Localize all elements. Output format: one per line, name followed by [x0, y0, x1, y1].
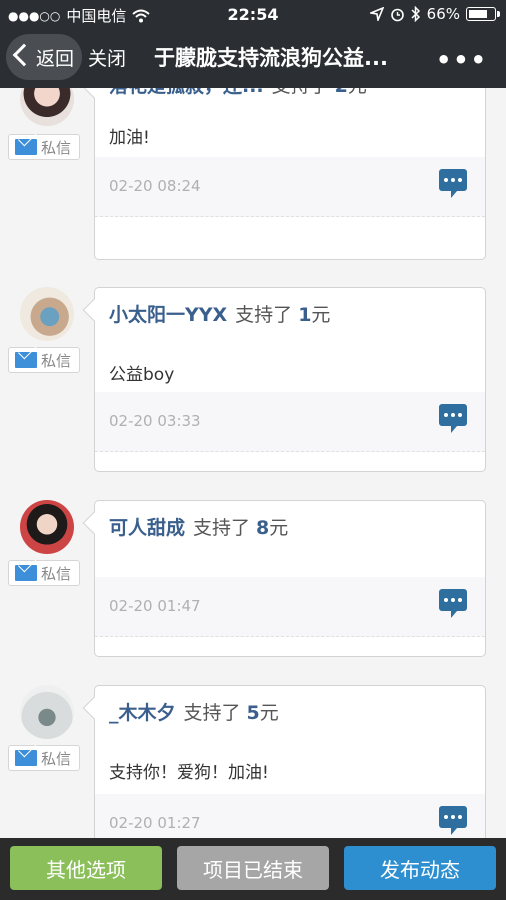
- status-bar: ●●●○○ 中国电信 22:54 66%: [0, 0, 506, 28]
- support-header: _木木夕 支持了 5元: [109, 702, 279, 724]
- private-message-label: 私信: [41, 749, 72, 768]
- private-message-button[interactable]: 私信: [8, 560, 80, 586]
- supporter-name[interactable]: 落花是孤寂，还...: [109, 88, 264, 97]
- avatar[interactable]: [20, 287, 74, 341]
- close-button[interactable]: 关闭: [88, 44, 126, 71]
- timestamp: 02-20 03:33: [109, 412, 201, 430]
- alarm-clock-icon: [390, 8, 404, 21]
- supporter-name[interactable]: 小太阳一YYX: [109, 304, 227, 326]
- back-button[interactable]: 返回: [6, 34, 83, 80]
- nav-bar: 返回 关闭 于朦胧支持流浪狗公益... •••: [0, 28, 506, 88]
- private-message-button[interactable]: 私信: [8, 347, 80, 373]
- supporter-feed: 私信 落花是孤寂，还...支持了2元 加油! 02-20 08:24 私信 小太…: [0, 88, 506, 838]
- top-bar: ●●●○○ 中国电信 22:54 66% 返回 关闭 于朦胧支持流浪狗公益...…: [0, 0, 506, 88]
- envelope-icon: [15, 352, 37, 368]
- comment-icon[interactable]: [439, 404, 467, 433]
- card-footer: 02-20 01:47: [95, 577, 485, 637]
- private-message-label: 私信: [41, 351, 72, 370]
- comment-text: 公益boy: [109, 365, 175, 385]
- avatar[interactable]: [20, 500, 74, 554]
- page-title: 于朦胧支持流浪狗公益...: [154, 46, 388, 70]
- avatar[interactable]: [20, 685, 74, 739]
- avatar[interactable]: [20, 88, 74, 126]
- comment-icon[interactable]: [439, 806, 467, 835]
- support-header: 落花是孤寂，还...支持了2元: [109, 88, 367, 98]
- comment-icon[interactable]: [439, 169, 467, 198]
- support-card: 可人甜成 支持了 8元 02-20 01:47: [82, 500, 486, 657]
- timestamp: 02-20 01:47: [109, 597, 201, 615]
- private-message-label: 私信: [41, 138, 72, 157]
- private-message-button[interactable]: 私信: [8, 134, 80, 160]
- more-menu-icon[interactable]: •••: [436, 46, 488, 74]
- comment-text: 加油!: [109, 128, 150, 148]
- battery-icon: [466, 7, 500, 21]
- envelope-icon: [15, 750, 37, 766]
- private-message-label: 私信: [41, 564, 72, 583]
- list-item: 私信 落花是孤寂，还...支持了2元 加油! 02-20 08:24: [0, 88, 506, 264]
- location-arrow-icon: [369, 7, 384, 21]
- battery-percent: 66%: [426, 5, 460, 23]
- comment-icon[interactable]: [439, 589, 467, 618]
- support-amount: 2: [335, 88, 348, 97]
- support-amount: 8: [256, 517, 270, 539]
- other-options-button[interactable]: 其他选项: [10, 846, 162, 890]
- list-item: 私信 _木木夕 支持了 5元 支持你！爱狗！加油! 02-20 01:27: [0, 685, 506, 838]
- status-right: 66%: [369, 5, 500, 23]
- comment-text: 支持你！爱狗！加油!: [109, 763, 269, 783]
- supporter-name[interactable]: 可人甜成: [109, 517, 185, 539]
- card-footer: 02-20 03:33: [95, 392, 485, 452]
- support-amount: 5: [246, 702, 260, 724]
- list-item: 私信 可人甜成 支持了 8元 02-20 01:47: [0, 500, 506, 660]
- envelope-icon: [15, 139, 37, 155]
- timestamp: 02-20 08:24: [109, 177, 201, 195]
- support-header: 小太阳一YYX 支持了 1元: [109, 304, 331, 326]
- supporter-name[interactable]: _木木夕: [109, 702, 176, 724]
- bottom-action-bar: 其他选项 项目已结束 发布动态: [0, 838, 506, 900]
- post-update-button[interactable]: 发布动态: [344, 846, 496, 890]
- support-header: 可人甜成 支持了 8元: [109, 517, 289, 539]
- support-card: _木木夕 支持了 5元 支持你！爱狗！加油! 02-20 01:27: [82, 685, 486, 838]
- bluetooth-icon: [411, 6, 420, 22]
- timestamp: 02-20 01:27: [109, 814, 201, 832]
- envelope-icon: [15, 565, 37, 581]
- list-item: 私信 小太阳一YYX 支持了 1元 公益boy 02-20 03:33: [0, 287, 506, 477]
- card-footer: 02-20 01:27: [95, 794, 485, 838]
- support-card: 小太阳一YYX 支持了 1元 公益boy 02-20 03:33: [82, 287, 486, 472]
- private-message-button[interactable]: 私信: [8, 745, 80, 771]
- card-footer: 02-20 08:24: [95, 157, 485, 217]
- back-label: 返回: [36, 47, 75, 70]
- support-card: 落花是孤寂，还...支持了2元 加油! 02-20 08:24: [82, 88, 486, 260]
- support-amount: 1: [298, 304, 312, 326]
- chevron-left-icon: [12, 43, 36, 67]
- project-ended-button[interactable]: 项目已结束: [177, 846, 329, 890]
